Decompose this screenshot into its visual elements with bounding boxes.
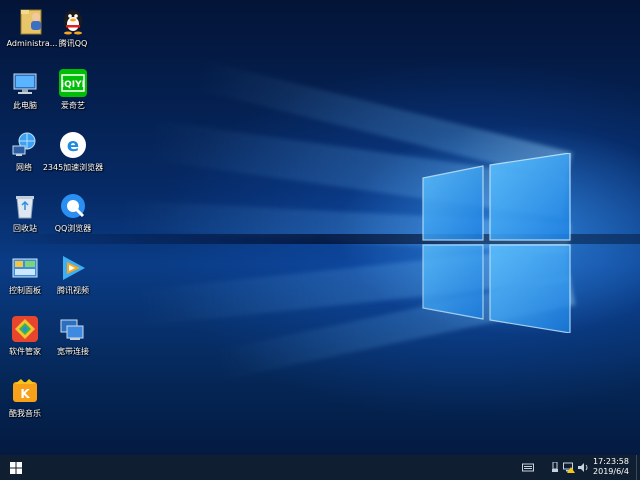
icon-label: 酷我音乐 [9,409,41,418]
broadband-connection-icon [60,319,84,340]
svg-text:iQIYI: iQIYI [61,80,85,90]
desktop-icon-iqiyi[interactable]: iQIYI 爱奇艺 [41,68,105,124]
tencent-video-icon [63,256,85,280]
taskbar-clock[interactable]: 17:23:58 2019/6/4 [588,457,634,477]
desktop-icon-2345-browser[interactable]: e 2345加速浏览器 [41,130,105,186]
windows-logo-wallpaper [422,153,571,333]
icon-label: QQ浏览器 [54,224,92,233]
recycle-bin-icon [16,196,34,219]
qq-browser-icon [61,194,85,218]
windows-start-icon [10,462,22,474]
software-manager-icon [12,316,38,342]
taskbar: 17:23:58 2019/6/4 [0,455,640,480]
icon-label: 2345加速浏览器 [42,163,104,172]
desktop-icon-tencent-video[interactable]: 腾讯视频 [41,253,105,309]
clock-date: 2019/6/4 [593,467,629,476]
svg-text:K: K [20,387,30,401]
icon-label: 腾讯视频 [57,286,89,295]
desktop-icon-broadband[interactable]: 宽带连接 [41,314,105,370]
network-icon [12,132,36,156]
start-button[interactable] [0,455,32,480]
icon-label: 腾讯QQ [58,39,88,48]
desktop-icon-qq-browser[interactable]: QQ浏览器 [41,191,105,247]
icon-label: 宽带连接 [57,347,89,356]
browser-2345-icon: e [60,132,86,158]
computer-icon [13,73,37,94]
show-desktop-button[interactable] [636,455,640,480]
svg-text:e: e [67,135,79,156]
desktop-icon-tencent-qq[interactable]: 腾讯QQ [41,6,105,62]
clock-time: 17:23:58 [593,457,629,466]
desktop: Administra... 此电脑 网络 回收站 控制面板 软件管家 K 酷我音… [0,0,640,480]
usb-device-icon[interactable] [549,462,561,473]
icon-label: 爱奇艺 [61,101,85,110]
iqiyi-icon: iQIYI [59,69,87,97]
input-keyboard-icon[interactable] [522,462,534,473]
desktop-icon-kuwo-music[interactable]: K 酷我音乐 [0,376,57,432]
qq-penguin-icon [64,10,82,35]
network-warning-icon[interactable] [563,462,575,473]
kuwo-music-icon: K [13,379,37,402]
control-panel-icon [12,258,38,278]
